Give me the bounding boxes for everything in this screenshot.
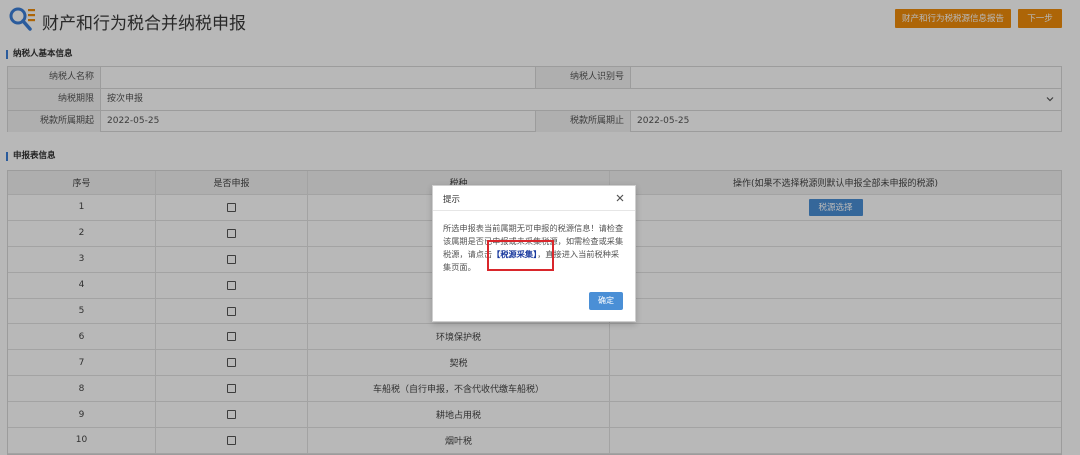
dialog-header: 提示 (433, 186, 635, 211)
close-icon[interactable] (615, 193, 625, 203)
highlight-box (487, 240, 554, 271)
confirm-button[interactable]: 确定 (589, 292, 623, 310)
dialog-title: 提示 (443, 195, 461, 205)
